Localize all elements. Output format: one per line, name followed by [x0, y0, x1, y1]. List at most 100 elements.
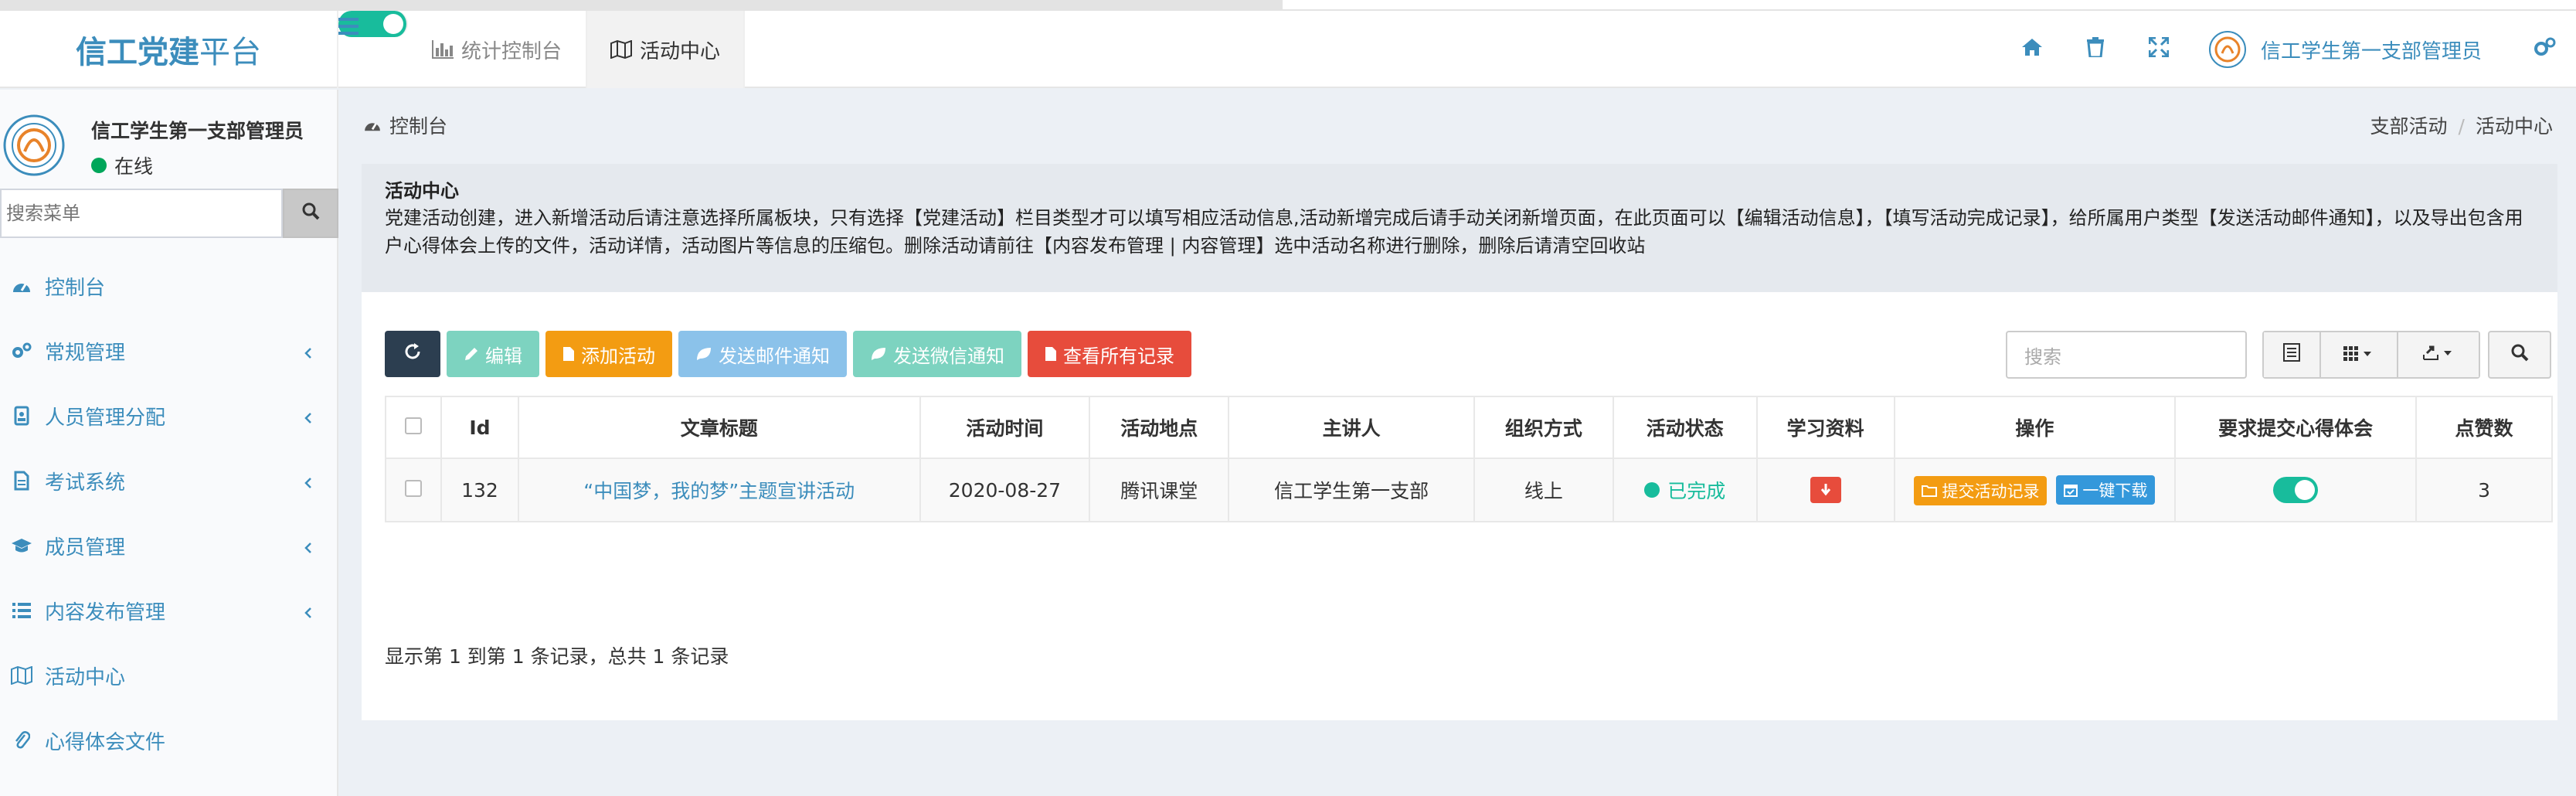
dashboard-icon [11, 275, 32, 297]
row-checkbox[interactable] [385, 458, 442, 522]
sidebar-toggle-button[interactable] [338, 11, 408, 37]
one-click-download-button[interactable]: 一键下载 [2056, 475, 2156, 505]
bar-chart-icon [431, 40, 454, 59]
chevron-left-icon [304, 471, 312, 495]
home-button[interactable] [2001, 11, 2063, 88]
column-header[interactable]: 活动地点 [1089, 396, 1230, 459]
app-logo[interactable]: 信工党建 平台 [0, 11, 338, 88]
toolbar: 编辑 添加活动 发送邮件通知 发送微信通知 查看所有记录 [385, 331, 1198, 377]
logo-main-text: 信工党建 [76, 35, 199, 70]
breadcrumb-item[interactable]: 支部活动 [2370, 115, 2448, 138]
refresh-icon [403, 342, 422, 366]
column-header[interactable]: Id [440, 396, 519, 459]
submit-record-label: 提交活动记录 [1942, 481, 2040, 501]
activity-table: Id 文章标题 活动时间 活动地点 主讲人 组织方式 活动状态 学习资料 操作 … [385, 396, 2553, 522]
table-search-button[interactable] [2488, 331, 2551, 379]
sidebar-item-label: 成员管理 [45, 536, 126, 560]
calendar-icon [2064, 483, 2078, 497]
sidebar-user-panel: 信工学生第一支部管理员 在线 [0, 102, 338, 179]
sidebar-item-label: 内容发布管理 [45, 600, 166, 624]
download-materials-button[interactable] [1810, 477, 1841, 503]
cell-place: 腾讯课堂 [1089, 458, 1230, 522]
settings-button[interactable] [2514, 11, 2576, 88]
require-reflection-toggle[interactable] [2273, 477, 2319, 503]
expand-icon [2148, 36, 2170, 63]
pencil-icon [464, 346, 479, 362]
select-all-checkbox[interactable] [385, 396, 442, 459]
send-wechat-button[interactable]: 发送微信通知 [853, 331, 1021, 377]
column-header[interactable]: 点赞数 [2415, 396, 2553, 459]
user-avatar [2209, 31, 2246, 68]
sidebar-menu: 控制台 常规管理 人员管理分配 考试系统 成员管理 内容发布管理 活动中心 心得… [0, 253, 338, 773]
toggle-view-button[interactable] [2264, 332, 2321, 377]
list-alt-icon [2283, 342, 2300, 367]
arrow-down-icon [1820, 479, 1832, 502]
table-panel: 编辑 添加活动 发送邮件通知 发送微信通知 查看所有记录 搜索 Id 文章标题 … [362, 292, 2557, 720]
sidebar-item-exam[interactable]: 考试系统 [0, 448, 338, 513]
column-header[interactable]: 活动状态 [1612, 396, 1758, 459]
menu-search-button[interactable] [283, 189, 338, 238]
breadcrumb-item-active: 活动中心 [2475, 115, 2553, 138]
tab-stats-label: 统计控制台 [460, 39, 562, 63]
sidebar-item-members[interactable]: 成员管理 [0, 513, 338, 578]
sidebar-item-staff[interactable]: 人员管理分配 [0, 383, 338, 448]
list-icon [11, 600, 32, 621]
sidebar-item-label: 控制台 [45, 276, 106, 300]
sidebar: 信工学生第一支部管理员 在线 控制台 常规管理 人员管理分配 考试系统 [0, 90, 338, 796]
column-header[interactable]: 活动时间 [919, 396, 1091, 459]
one-click-download-label: 一键下载 [2082, 481, 2148, 500]
home-icon [2021, 38, 2043, 62]
checkbox-icon [404, 479, 422, 497]
fullscreen-button[interactable] [2128, 11, 2190, 88]
column-header[interactable]: 主讲人 [1228, 396, 1475, 459]
cogs-icon [11, 340, 32, 362]
leaf-icon [870, 346, 887, 362]
sidebar-item-content[interactable]: 内容发布管理 [0, 578, 338, 643]
trash-icon [2087, 36, 2104, 63]
add-activity-button[interactable]: 添加活动 [545, 331, 672, 377]
sidebar-item-general[interactable]: 常规管理 [0, 318, 338, 383]
column-header[interactable]: 文章标题 [517, 396, 921, 459]
table-search-input[interactable]: 搜索 [2006, 331, 2247, 379]
dashboard-icon [363, 118, 382, 132]
sidebar-item-activity-center[interactable]: 活动中心 [0, 643, 338, 708]
view-all-records-button[interactable]: 查看所有记录 [1028, 331, 1191, 377]
clear-cache-button[interactable] [2065, 11, 2126, 88]
table-row[interactable]: 132 “中国梦，我的梦”主题宣讲活动 2020-08-27 腾讯课堂 信工学生… [385, 458, 2553, 522]
search-icon [2510, 343, 2529, 367]
export-icon [2422, 343, 2455, 366]
columns-dropdown-button[interactable] [2321, 332, 2398, 377]
file-icon [562, 346, 575, 362]
edit-button[interactable]: 编辑 [447, 331, 539, 377]
id-badge-icon [11, 405, 32, 427]
tab-stats-console[interactable]: 统计控制台 [408, 11, 586, 88]
grid-icon [2343, 343, 2374, 366]
column-header[interactable]: 操作 [1893, 396, 2177, 459]
tab-activity-center[interactable]: 活动中心 [586, 11, 745, 88]
refresh-button[interactable] [385, 331, 440, 377]
page-title: 控制台 [363, 111, 447, 139]
map-icon [11, 665, 32, 686]
add-activity-label: 添加活动 [581, 345, 655, 367]
user-menu[interactable]: 信工学生第一支部管理员 [2208, 11, 2482, 88]
status-dot-icon [1644, 482, 1660, 498]
table-view-controls [2262, 331, 2480, 379]
column-header[interactable]: 要求提交心得体会 [2174, 396, 2418, 459]
sidebar-item-label: 心得体会文件 [45, 730, 166, 754]
sidebar-item-reflection-files[interactable]: 心得体会文件 [0, 708, 338, 773]
user-name: 信工学生第一支部管理员 [2261, 39, 2483, 63]
column-header[interactable]: 学习资料 [1755, 396, 1895, 459]
sidebar-item-dashboard[interactable]: 控制台 [0, 253, 338, 318]
submit-record-button[interactable]: 提交活动记录 [1914, 475, 2048, 505]
pagination-info: 显示第 1 到第 1 条记录，总共 1 条记录 [385, 645, 729, 668]
sidebar-user-name: 信工学生第一支部管理员 [91, 120, 304, 142]
top-header: 信工党建 平台 统计控制台 活动中心 信工学生第一支部管理员 [0, 11, 2576, 88]
menu-search-input[interactable] [0, 189, 283, 238]
column-header[interactable]: 组织方式 [1473, 396, 1614, 459]
view-all-records-label: 查看所有记录 [1063, 345, 1174, 367]
send-email-button[interactable]: 发送邮件通知 [678, 331, 847, 377]
edit-label: 编辑 [485, 345, 522, 367]
export-dropdown-button[interactable] [2398, 332, 2479, 377]
status-badge: 已完成 [1644, 476, 1725, 504]
activity-title-link[interactable]: “中国梦，我的梦”主题宣讲活动 [583, 480, 855, 502]
